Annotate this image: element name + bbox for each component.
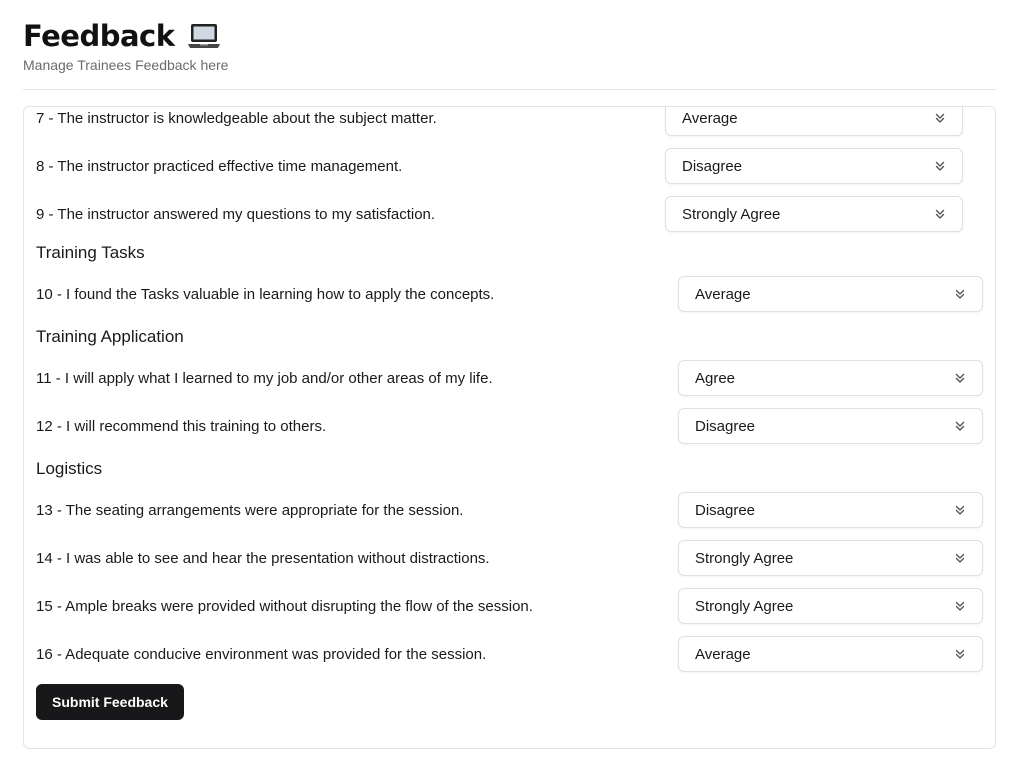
answer-value: Average [695,645,751,663]
answer-value: Strongly Agree [695,549,794,567]
answer-select[interactable]: Strongly Agree [678,540,983,576]
section-title: Training Application [36,327,184,346]
question-text: 14 - I was able to see and hear the pres… [36,550,490,567]
section-title: Training Tasks [36,243,145,262]
page-title-row: Feedback [23,18,228,54]
header-divider [23,89,996,90]
chevrons-down-icon [954,420,966,432]
answer-value: Disagree [682,157,743,175]
answer-value: Average [695,285,751,303]
chevrons-down-icon [954,288,966,300]
question-text: 13 - The seating arrangements were appro… [36,502,464,519]
question-text: 11 - I will apply what I learned to my j… [36,370,493,387]
answer-value: Agree [695,369,736,387]
question-text: 15 - Ample breaks were provided without … [36,598,533,615]
question-text: 12 - I will recommend this training to o… [36,418,327,435]
chevrons-down-icon [954,600,966,612]
chevrons-down-icon [934,208,946,220]
chevrons-down-icon [954,552,966,564]
answer-value: Average [682,109,738,127]
answer-select[interactable]: Disagree [665,148,963,184]
answer-select[interactable]: Agree [678,360,983,396]
answer-select[interactable]: Disagree [678,492,983,528]
chevrons-down-icon [934,160,946,172]
laptop-icon [187,22,221,50]
answer-select[interactable]: Strongly Agree [665,196,963,232]
chevrons-down-icon [934,112,946,124]
answer-select[interactable]: Average [678,276,983,312]
chevrons-down-icon [954,372,966,384]
feedback-form-card[interactable]: 7 - The instructor is knowledgeable abou… [23,106,996,749]
question-text: 7 - The instructor is knowledgeable abou… [36,110,437,127]
question-text: 16 - Adequate conducive environment was … [36,646,487,663]
answer-select[interactable]: Disagree [678,408,983,444]
submit-feedback-button[interactable]: Submit Feedback [36,684,184,720]
chevrons-down-icon [954,504,966,516]
page-title: Feedback [23,19,175,53]
chevrons-down-icon [954,648,966,660]
page-subtitle: Manage Trainees Feedback here [23,57,229,73]
answer-select[interactable]: Average [678,636,983,672]
answer-value: Strongly Agree [682,205,781,223]
question-text: 10 - I found the Tasks valuable in learn… [36,286,495,303]
answer-select[interactable]: Average [665,107,963,136]
answer-select[interactable]: Strongly Agree [678,588,983,624]
question-text: 8 - The instructor practiced effective t… [36,158,403,175]
page-header: Feedback Manage Trainees Feedback here [23,18,228,74]
answer-value: Disagree [695,501,756,519]
section-title: Logistics [36,459,103,478]
answer-value: Disagree [695,417,756,435]
answer-value: Strongly Agree [695,597,794,615]
question-text: 9 - The instructor answered my questions… [36,206,436,223]
